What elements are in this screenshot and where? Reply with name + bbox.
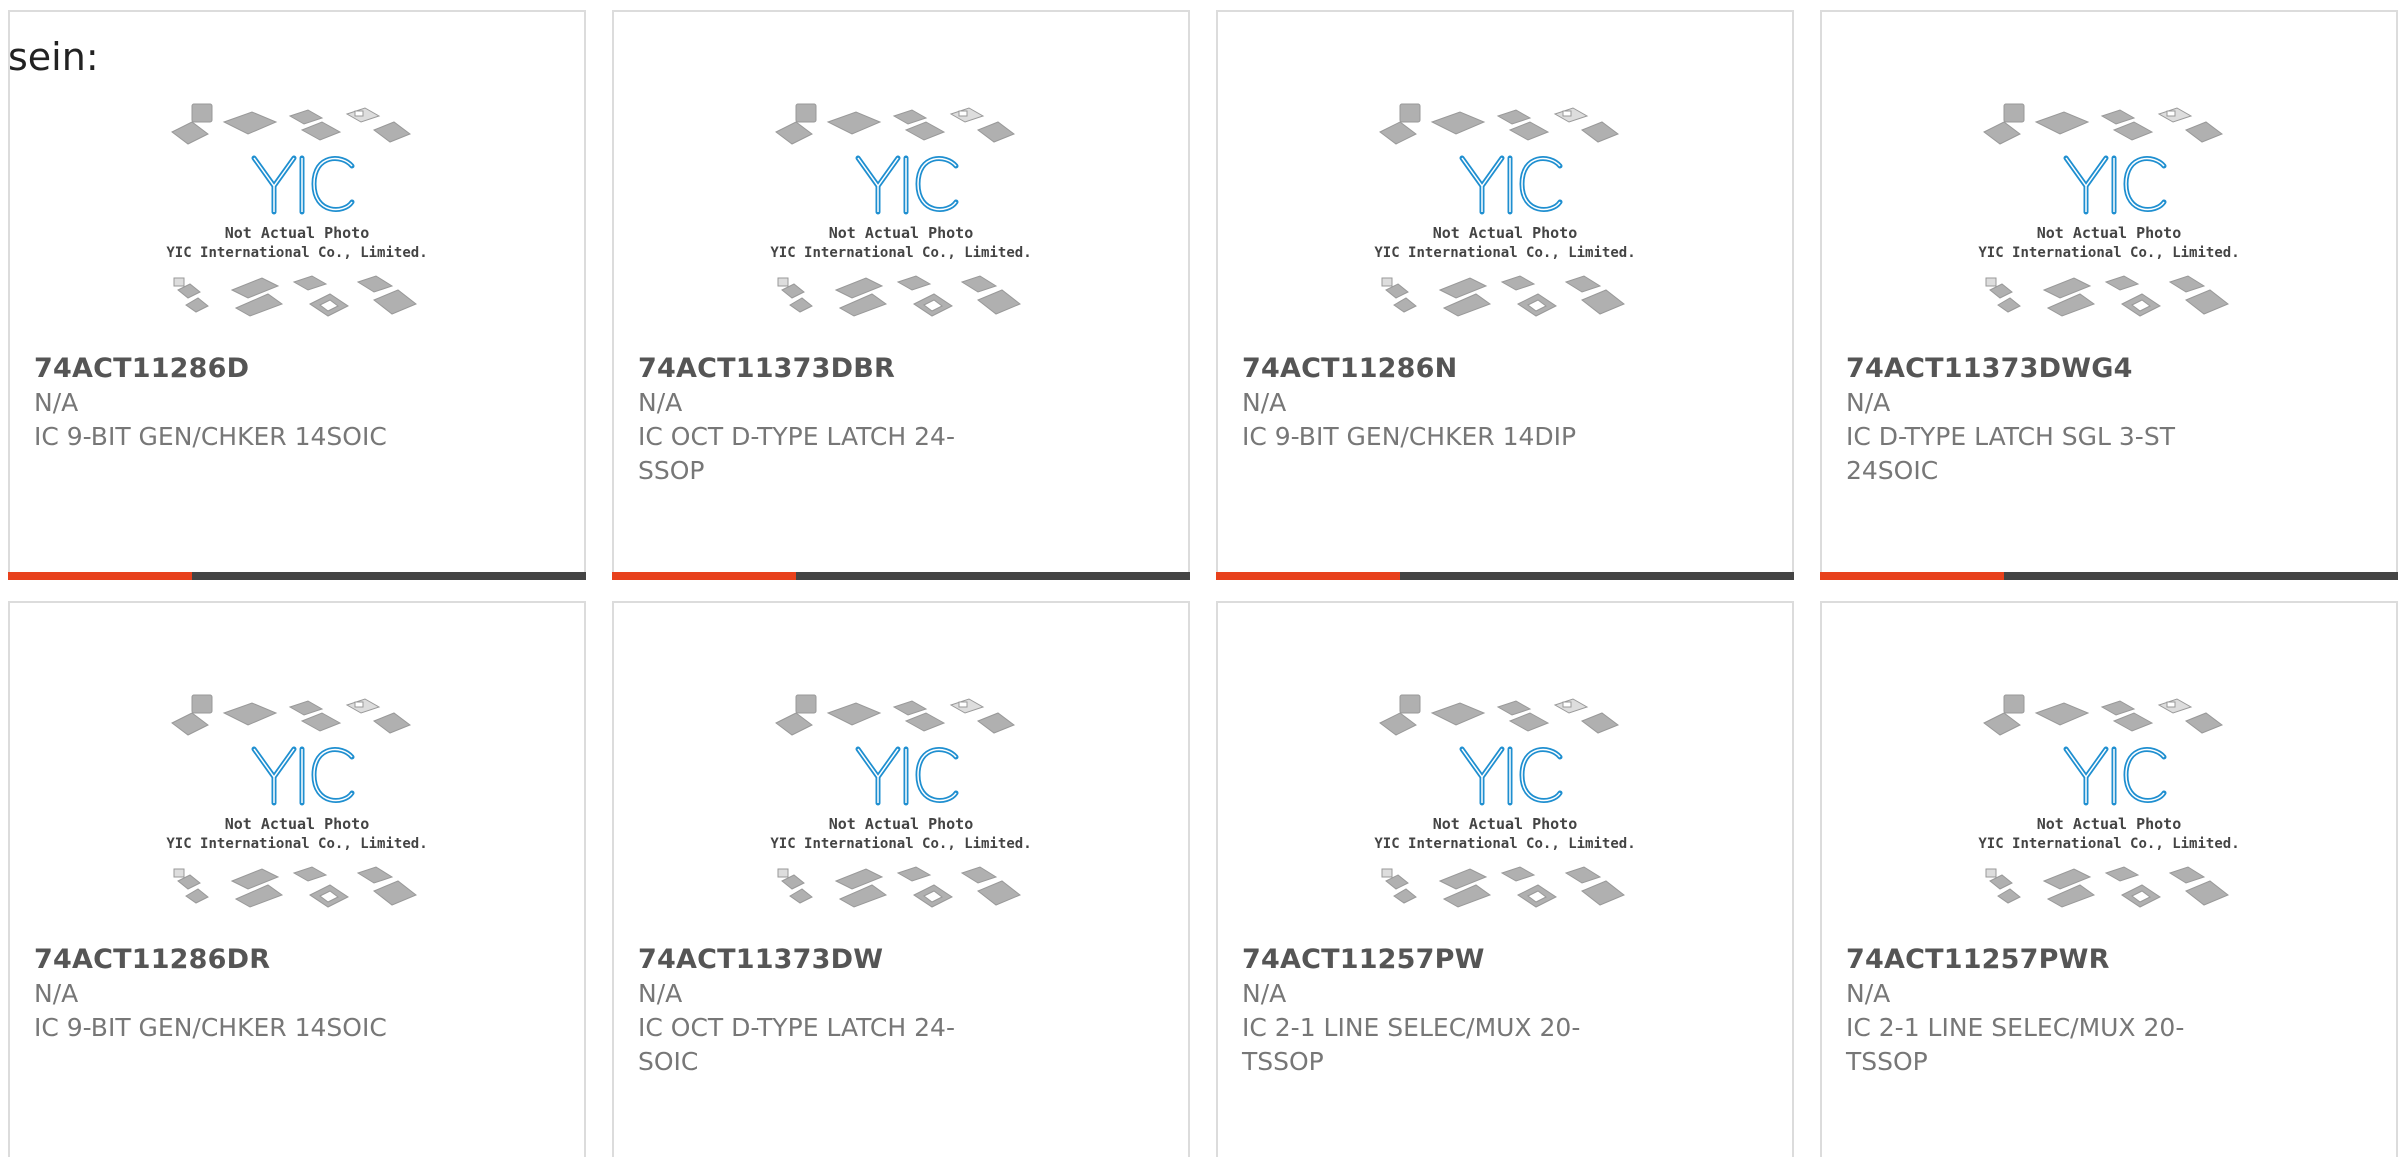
company-name-text: YIC International Co., Limited. — [166, 836, 427, 852]
manufacturer-text: N/A — [1242, 388, 1287, 417]
chip-illustrations-bottom — [1985, 866, 2229, 908]
card-bottom-bar — [8, 572, 586, 580]
product-info: 74ACT11286D N/A IC 9-BIT GEN/CHKER 14SOI… — [34, 352, 560, 454]
chip-illustrations-top — [775, 694, 1016, 736]
not-actual-photo-text: Not Actual Photo — [225, 815, 370, 833]
yic-logo — [855, 155, 959, 215]
card-accent-bar — [1820, 572, 2004, 580]
product-card[interactable]: Not Actual Photo YIC International Co., … — [1216, 601, 1794, 1157]
product-info: 74ACT11257PWR N/A IC 2-1 LINE SELEC/MUX … — [1846, 943, 2372, 1079]
manufacturer-text: N/A — [1242, 979, 1287, 1008]
page: sein: Not Actual Photo YIC International… — [0, 0, 2400, 1157]
chip-illustrations-bottom — [777, 866, 1021, 908]
product-image[interactable]: Not Actual Photo YIC International Co., … — [162, 691, 432, 941]
product-info: 74ACT11257PW N/A IC 2-1 LINE SELEC/MUX 2… — [1242, 943, 1768, 1079]
chip-illustrations-top — [1983, 103, 2224, 145]
yic-logo — [1459, 746, 1563, 806]
manufacturer-text: N/A — [1846, 979, 1891, 1008]
product-card[interactable]: Not Actual Photo YIC International Co., … — [8, 601, 586, 1157]
product-image[interactable]: Not Actual Photo YIC International Co., … — [766, 100, 1036, 350]
yic-logo — [2063, 155, 2167, 215]
product-card[interactable]: Not Actual Photo YIC International Co., … — [1820, 10, 2398, 580]
product-card[interactable]: Not Actual Photo YIC International Co., … — [1820, 601, 2398, 1157]
card-accent-bar — [1216, 572, 1400, 580]
description-text: IC 9-BIT GEN/CHKER 14DIP — [1242, 422, 1577, 451]
company-name-text: YIC International Co., Limited. — [1374, 836, 1635, 852]
description-text: IC 2-1 LINE SELEC/MUX 20-TSSOP — [1242, 1013, 1581, 1076]
product-card[interactable]: Not Actual Photo YIC International Co., … — [612, 10, 1190, 580]
chip-illustrations-bottom — [1381, 866, 1625, 908]
product-info: 74ACT11373DWG4 N/A IC D-TYPE LATCH SGL 3… — [1846, 352, 2372, 488]
not-actual-photo-text: Not Actual Photo — [1433, 815, 1578, 833]
product-info: 74ACT11373DW N/A IC OCT D-TYPE LATCH 24-… — [638, 943, 1164, 1079]
not-actual-photo-text: Not Actual Photo — [2037, 815, 2182, 833]
description-text: IC OCT D-TYPE LATCH 24-SOIC — [638, 1013, 955, 1076]
product-image[interactable]: Not Actual Photo YIC International Co., … — [1370, 691, 1640, 941]
product-image[interactable]: Not Actual Photo YIC International Co., … — [1370, 100, 1640, 350]
card-accent-bar — [8, 572, 192, 580]
chip-illustrations-bottom — [1381, 275, 1625, 317]
chip-illustrations-top — [1983, 694, 2224, 736]
part-number-link[interactable]: 74ACT11286D — [34, 352, 560, 386]
part-number-link[interactable]: 74ACT11257PWR — [1846, 943, 2372, 977]
company-name-text: YIC International Co., Limited. — [1374, 245, 1635, 261]
chip-illustrations-bottom — [1985, 275, 2229, 317]
product-info: 74ACT11373DBR N/A IC OCT D-TYPE LATCH 24… — [638, 352, 1164, 488]
description-text: IC 9-BIT GEN/CHKER 14SOIC — [34, 422, 387, 451]
chip-illustrations-top — [775, 103, 1016, 145]
manufacturer-text: N/A — [1846, 388, 1891, 417]
not-actual-photo-text: Not Actual Photo — [829, 224, 974, 242]
manufacturer-text: N/A — [638, 388, 683, 417]
yic-logo — [1459, 155, 1563, 215]
chip-illustrations-bottom — [173, 866, 417, 908]
not-actual-photo-text: Not Actual Photo — [1433, 224, 1578, 242]
chip-illustrations-bottom — [777, 275, 1021, 317]
product-card[interactable]: Not Actual Photo YIC International Co., … — [8, 10, 586, 580]
company-name-text: YIC International Co., Limited. — [166, 245, 427, 261]
card-accent-bar — [612, 572, 796, 580]
yic-logo — [251, 746, 355, 806]
part-number-link[interactable]: 74ACT11257PW — [1242, 943, 1768, 977]
not-actual-photo-text: Not Actual Photo — [225, 224, 370, 242]
product-image[interactable]: Not Actual Photo YIC International Co., … — [766, 691, 1036, 941]
company-name-text: YIC International Co., Limited. — [770, 836, 1031, 852]
product-grid: Not Actual Photo YIC International Co., … — [8, 10, 2400, 1157]
description-text: IC 2-1 LINE SELEC/MUX 20-TSSOP — [1846, 1013, 2185, 1076]
yic-logo — [2063, 746, 2167, 806]
product-image[interactable]: Not Actual Photo YIC International Co., … — [1974, 100, 2244, 350]
card-bottom-bar — [612, 572, 1190, 580]
manufacturer-text: N/A — [34, 979, 79, 1008]
part-number-link[interactable]: 74ACT11373DWG4 — [1846, 352, 2372, 386]
company-name-text: YIC International Co., Limited. — [1978, 836, 2239, 852]
part-number-link[interactable]: 74ACT11286DR — [34, 943, 560, 977]
manufacturer-text: N/A — [34, 388, 79, 417]
product-info: 74ACT11286N N/A IC 9-BIT GEN/CHKER 14DIP — [1242, 352, 1768, 454]
product-image[interactable]: Not Actual Photo YIC International Co., … — [162, 100, 432, 350]
part-number-link[interactable]: 74ACT11286N — [1242, 352, 1768, 386]
header-label: sein: — [8, 35, 99, 79]
product-info: 74ACT11286DR N/A IC 9-BIT GEN/CHKER 14SO… — [34, 943, 560, 1045]
part-number-link[interactable]: 74ACT11373DBR — [638, 352, 1164, 386]
product-card[interactable]: Not Actual Photo YIC International Co., … — [612, 601, 1190, 1157]
company-name-text: YIC International Co., Limited. — [770, 245, 1031, 261]
chip-illustrations-top — [1379, 694, 1620, 736]
description-text: IC D-TYPE LATCH SGL 3-ST 24SOIC — [1846, 422, 2175, 485]
description-text: IC OCT D-TYPE LATCH 24-SSOP — [638, 422, 955, 485]
chip-illustrations-bottom — [173, 275, 417, 317]
not-actual-photo-text: Not Actual Photo — [2037, 224, 2182, 242]
card-bottom-bar — [1216, 572, 1794, 580]
yic-logo — [251, 155, 355, 215]
product-image[interactable]: Not Actual Photo YIC International Co., … — [1974, 691, 2244, 941]
product-card[interactable]: Not Actual Photo YIC International Co., … — [1216, 10, 1794, 580]
part-number-link[interactable]: 74ACT11373DW — [638, 943, 1164, 977]
manufacturer-text: N/A — [638, 979, 683, 1008]
not-actual-photo-text: Not Actual Photo — [829, 815, 974, 833]
company-name-text: YIC International Co., Limited. — [1978, 245, 2239, 261]
chip-illustrations-top — [171, 694, 412, 736]
yic-logo — [855, 746, 959, 806]
card-bottom-bar — [1820, 572, 2398, 580]
description-text: IC 9-BIT GEN/CHKER 14SOIC — [34, 1013, 387, 1042]
chip-illustrations-top — [1379, 103, 1620, 145]
chip-illustrations-top — [171, 103, 412, 145]
